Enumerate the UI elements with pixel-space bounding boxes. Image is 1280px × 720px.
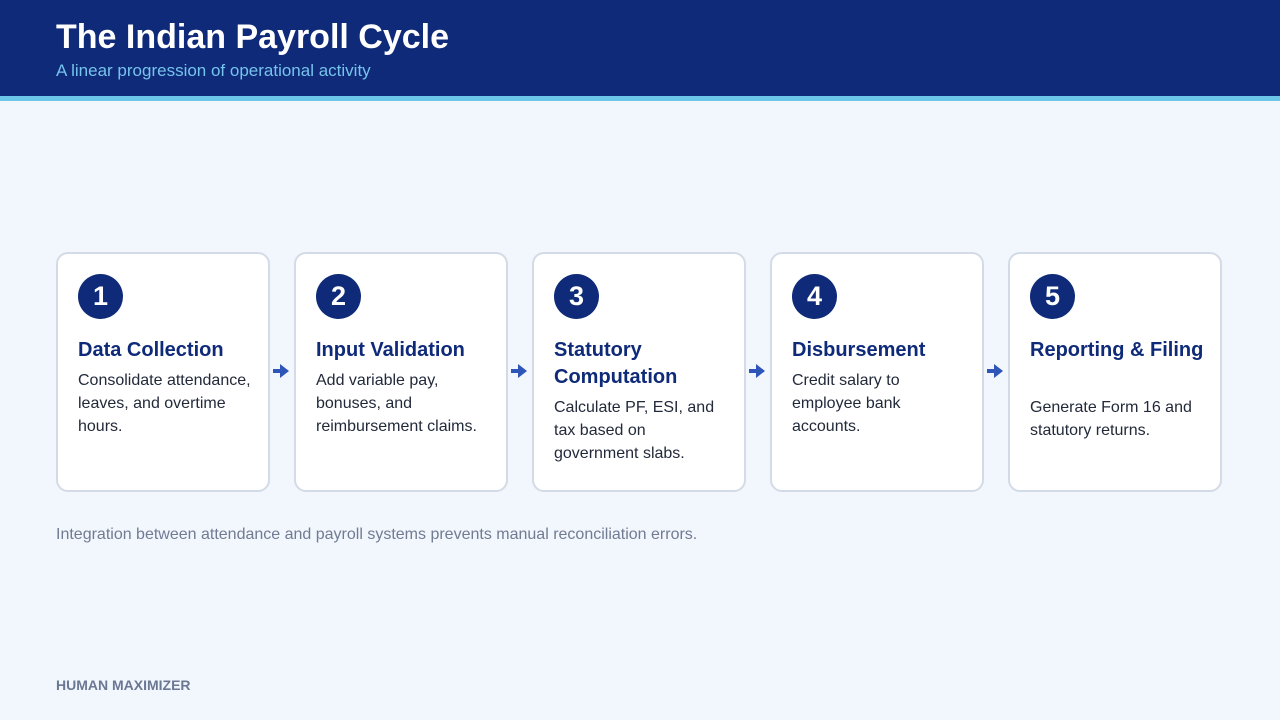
step-description: Add variable pay, bonuses, and reimburse…	[316, 372, 477, 435]
step-title: Input Validation	[316, 339, 465, 361]
step-card-data-collection: 1 Data Collection Consolidate attendance…	[56, 252, 270, 492]
step-description: Consolidate attendance, leaves, and over…	[78, 372, 251, 435]
step-description: Generate Form 16 and statutory returns.	[1030, 399, 1192, 439]
brand-footer: HUMAN MAXIMIZER	[56, 677, 191, 693]
arrow-right-icon	[987, 364, 1003, 378]
step-card-disbursement: 4 Disbursement Credit salary to employee…	[770, 252, 984, 492]
step-description: Credit salary to employee bank accounts.	[792, 372, 901, 435]
step-number-badge: 2	[316, 274, 361, 319]
step-title: Disbursement	[792, 339, 926, 361]
arrow-right-icon	[273, 364, 289, 378]
header-accent-stripe	[0, 96, 1280, 101]
step-card-input-validation: 2 Input Validation Add variable pay, bon…	[294, 252, 508, 492]
step-number-badge: 3	[554, 274, 599, 319]
arrow-right-icon	[749, 364, 765, 378]
step-card-reporting-filing: 5 Reporting & Filing Generate Form 16 an…	[1008, 252, 1222, 492]
step-number-badge: 1	[78, 274, 123, 319]
header-bar: The Indian Payroll Cycle A linear progre…	[0, 0, 1280, 96]
step-title: Statutory Computation	[554, 339, 678, 388]
step-number-badge: 5	[1030, 274, 1075, 319]
page-title: The Indian Payroll Cycle	[56, 18, 450, 56]
integration-note: Integration between attendance and payro…	[56, 526, 698, 543]
step-number-badge: 4	[792, 274, 837, 319]
step-title: Reporting & Filing	[1030, 339, 1204, 361]
payroll-process-flow: 1 Data Collection Consolidate attendance…	[56, 252, 1222, 492]
step-title: Data Collection	[78, 339, 224, 361]
page-subtitle: A linear progression of operational acti…	[56, 61, 371, 80]
arrow-right-icon	[511, 364, 527, 378]
step-description: Calculate PF, ESI, and tax based on gove…	[554, 399, 715, 462]
step-card-statutory-computation: 3 Statutory Computation Calculate PF, ES…	[532, 252, 746, 492]
